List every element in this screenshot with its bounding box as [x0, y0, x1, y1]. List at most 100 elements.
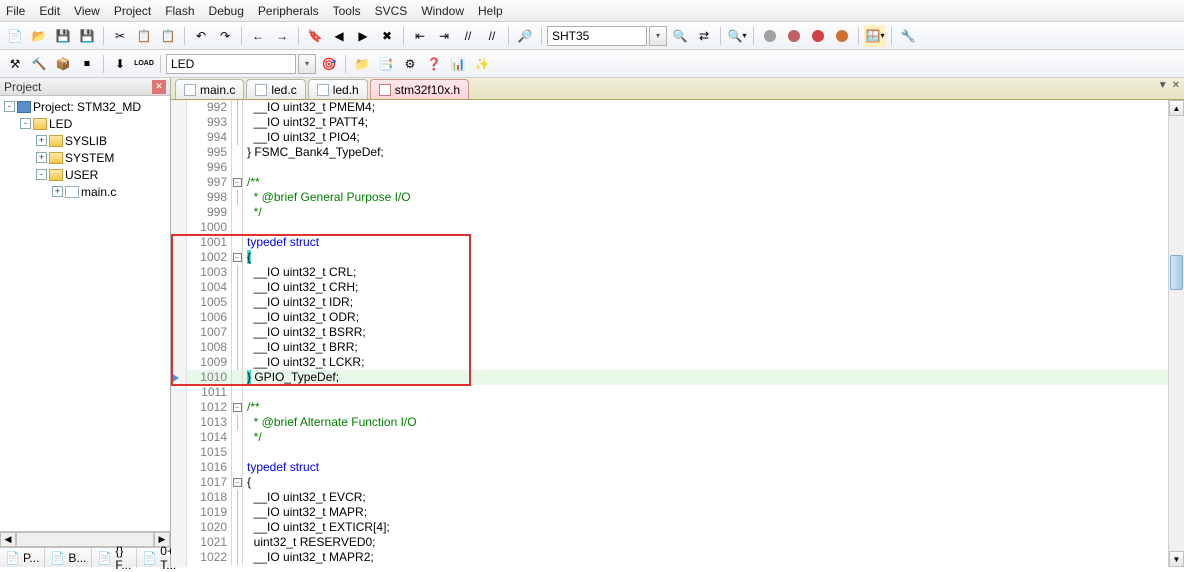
code-line[interactable]: 1016typedef struct — [187, 460, 1168, 475]
tree-group-user[interactable]: -USER — [0, 166, 170, 183]
fold-gutter[interactable]: − — [231, 175, 243, 190]
fold-gutter[interactable] — [231, 550, 243, 565]
stop-button[interactable]: ⏹ — [76, 53, 98, 75]
code-line[interactable]: 1007 __IO uint32_t BSRR; — [187, 325, 1168, 340]
code-line[interactable]: 1017−{ — [187, 475, 1168, 490]
code-line[interactable]: 1003 __IO uint32_t CRL; — [187, 265, 1168, 280]
indent-right-button[interactable]: ⇥ — [433, 25, 455, 47]
code-line[interactable]: 1020 __IO uint32_t EXTICR[4]; — [187, 520, 1168, 535]
menu-tools[interactable]: Tools — [333, 4, 361, 18]
code-content[interactable]: 992 __IO uint32_t PMEM4;993 __IO uint32_… — [187, 100, 1168, 567]
panel-tab-0[interactable]: 📄P... — [0, 548, 45, 568]
code-line[interactable]: 1015 — [187, 445, 1168, 460]
forward-button[interactable]: → — [271, 25, 293, 47]
code-line[interactable]: 1018 __IO uint32_t EVCR; — [187, 490, 1168, 505]
bookmark-clear-button[interactable]: ✖ — [376, 25, 398, 47]
project-tree[interactable]: -Project: STM32_MD-LED+SYSLIB+SYSTEM-USE… — [0, 96, 170, 531]
settings-button[interactable]: 🔧 — [897, 25, 919, 47]
debug-button[interactable] — [831, 25, 853, 47]
view-button[interactable]: 🪟▾ — [864, 25, 886, 47]
expand-toggle[interactable]: + — [36, 152, 47, 163]
find-in-files-button[interactable]: 🔎 — [514, 25, 536, 47]
menu-view[interactable]: View — [74, 4, 100, 18]
fold-gutter[interactable] — [231, 130, 243, 145]
open-button[interactable]: 📂 — [28, 25, 50, 47]
tabs-close-button[interactable]: ✕ — [1172, 80, 1180, 91]
rebuild-button[interactable]: 🔨 — [28, 53, 50, 75]
copy-button[interactable]: 📋 — [133, 25, 155, 47]
code-line[interactable]: 1000 — [187, 220, 1168, 235]
fold-gutter[interactable] — [231, 220, 243, 235]
code-line[interactable]: 999 */ — [187, 205, 1168, 220]
help-button[interactable]: ❓ — [423, 53, 445, 75]
load-button[interactable]: LOAD — [133, 53, 155, 75]
saveall-button[interactable]: 💾 — [76, 25, 98, 47]
fold-gutter[interactable] — [231, 490, 243, 505]
search-dropdown[interactable]: ▾ — [649, 26, 667, 46]
menu-flash[interactable]: Flash — [165, 4, 194, 18]
fold-gutter[interactable] — [231, 205, 243, 220]
tree-project-root[interactable]: -Project: STM32_MD — [0, 98, 170, 115]
tree-target[interactable]: -LED — [0, 115, 170, 132]
bookmark-next-button[interactable]: ▶ — [352, 25, 374, 47]
options-button[interactable]: ⚙ — [399, 53, 421, 75]
expand-toggle[interactable]: - — [36, 169, 47, 180]
build-button[interactable]: ⚒ — [4, 53, 26, 75]
fold-gutter[interactable] — [231, 310, 243, 325]
fold-gutter[interactable] — [231, 445, 243, 460]
code-line[interactable]: 996 — [187, 160, 1168, 175]
fold-gutter[interactable] — [231, 535, 243, 550]
code-line[interactable]: 1010} GPIO_TypeDef; — [187, 370, 1168, 385]
menu-edit[interactable]: Edit — [39, 4, 60, 18]
uncomment-button[interactable]: // — [481, 25, 503, 47]
undo-button[interactable]: ↶ — [190, 25, 212, 47]
fold-gutter[interactable] — [231, 505, 243, 520]
fold-gutter[interactable]: − — [231, 475, 243, 490]
fold-gutter[interactable] — [231, 145, 243, 160]
scroll-thumb[interactable] — [1170, 255, 1183, 290]
code-line[interactable]: 1008 __IO uint32_t BRR; — [187, 340, 1168, 355]
code-line[interactable]: 998 * @brief General Purpose I/O — [187, 190, 1168, 205]
scroll-up-button[interactable]: ▲ — [1169, 100, 1184, 116]
manage-button[interactable]: 📁 — [351, 53, 373, 75]
scroll-down-button[interactable]: ▼ — [1169, 551, 1184, 567]
fold-gutter[interactable] — [231, 415, 243, 430]
panel-tab-1[interactable]: 📄B... — [45, 548, 92, 568]
tree-group-system[interactable]: +SYSTEM — [0, 149, 170, 166]
bookmark-prev-button[interactable]: ◀ — [328, 25, 350, 47]
fold-gutter[interactable] — [231, 460, 243, 475]
erase-button[interactable] — [807, 25, 829, 47]
expand-toggle[interactable]: + — [36, 135, 47, 146]
include-button[interactable]: 📑 — [375, 53, 397, 75]
file-tab-led-c[interactable]: led.c — [246, 79, 305, 99]
redo-button[interactable]: ↷ — [214, 25, 236, 47]
target-select[interactable] — [166, 54, 296, 74]
record-button[interactable] — [783, 25, 805, 47]
fold-gutter[interactable] — [231, 430, 243, 445]
code-line[interactable]: 1009 __IO uint32_t LCKR; — [187, 355, 1168, 370]
save-button[interactable]: 💾 — [52, 25, 74, 47]
code-line[interactable]: 1006 __IO uint32_t ODR; — [187, 310, 1168, 325]
batch-button[interactable]: 📦 — [52, 53, 74, 75]
back-button[interactable]: ← — [247, 25, 269, 47]
expand-toggle[interactable]: - — [4, 101, 15, 112]
code-line[interactable]: 1002−{ — [187, 250, 1168, 265]
expand-toggle[interactable]: + — [52, 186, 63, 197]
stop-button[interactable] — [759, 25, 781, 47]
code-line[interactable]: 993 __IO uint32_t PATT4; — [187, 115, 1168, 130]
code-line[interactable]: 1012−/** — [187, 400, 1168, 415]
menu-svcs[interactable]: SVCS — [375, 4, 408, 18]
new-button[interactable]: 📄 — [4, 25, 26, 47]
fold-gutter[interactable] — [231, 325, 243, 340]
code-line[interactable]: 1019 __IO uint32_t MAPR; — [187, 505, 1168, 520]
code-line[interactable]: 1022 __IO uint32_t MAPR2; — [187, 550, 1168, 565]
menu-file[interactable]: File — [6, 4, 25, 18]
code-line[interactable]: 1005 __IO uint32_t IDR; — [187, 295, 1168, 310]
fold-gutter[interactable] — [231, 115, 243, 130]
file-tab-led-h[interactable]: led.h — [308, 79, 368, 99]
cut-button[interactable]: ✂ — [109, 25, 131, 47]
analyze-button[interactable]: 📊 — [447, 53, 469, 75]
comment-button[interactable]: // — [457, 25, 479, 47]
tabs-dropdown-button[interactable]: ▼ — [1158, 80, 1168, 91]
file-tab-main-c[interactable]: main.c — [175, 79, 244, 99]
